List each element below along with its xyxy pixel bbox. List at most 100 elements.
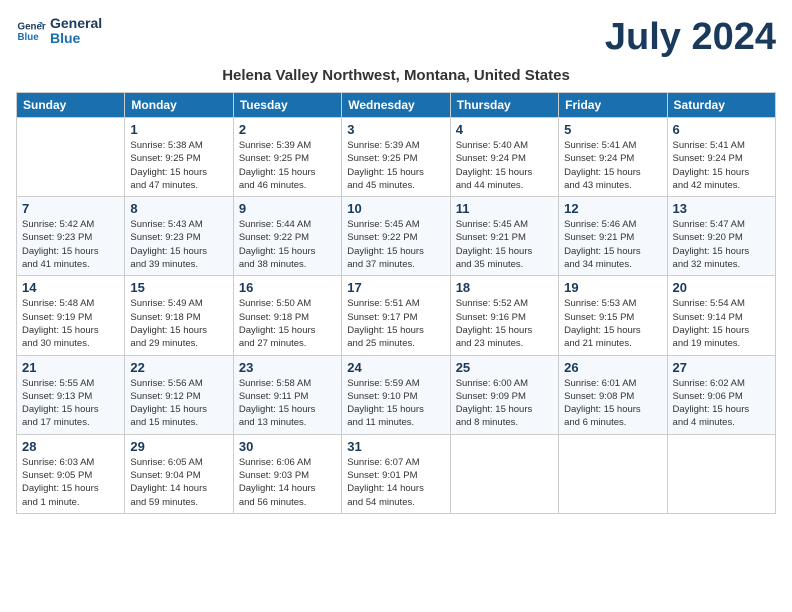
calendar-table: SundayMondayTuesdayWednesdayThursdayFrid…: [16, 92, 776, 514]
cell-info: Sunrise: 5:45 AM Sunset: 9:22 PM Dayligh…: [347, 218, 444, 271]
cell-info: Sunrise: 5:52 AM Sunset: 9:16 PM Dayligh…: [456, 297, 553, 350]
day-number: 27: [673, 360, 770, 375]
header-day-saturday: Saturday: [667, 93, 775, 118]
day-number: 15: [130, 280, 227, 295]
day-number: 22: [130, 360, 227, 375]
title-area: July 2024: [605, 16, 776, 59]
day-number: 28: [22, 439, 119, 454]
cell-info: Sunrise: 5:54 AM Sunset: 9:14 PM Dayligh…: [673, 297, 770, 350]
calendar-cell: 11Sunrise: 5:45 AM Sunset: 9:21 PM Dayli…: [450, 197, 558, 276]
cell-info: Sunrise: 5:41 AM Sunset: 9:24 PM Dayligh…: [564, 139, 661, 192]
calendar-cell: 4 Sunrise: 5:40 AM Sunset: 9:24 PM Daylig…: [450, 118, 558, 197]
cell-info: Sunrise: 5:51 AM Sunset: 9:17 PM Dayligh…: [347, 297, 444, 350]
week-row-4: 21Sunrise: 5:55 AM Sunset: 9:13 PM Dayli…: [17, 355, 776, 434]
cell-info: Sunrise: 5:39 AM Sunset: 9:25 PM Dayligh…: [347, 139, 444, 192]
calendar-cell: 8Sunrise: 5:43 AM Sunset: 9:23 PM Daylig…: [125, 197, 233, 276]
calendar-cell: 27 Sunrise: 6:02 AM Sunset: 9:06 PM Dayli…: [667, 355, 775, 434]
calendar-cell: 22 Sunrise: 5:56 AM Sunset: 9:12 PM Dayli…: [125, 355, 233, 434]
calendar-cell: [17, 118, 125, 197]
calendar-cell: 17 Sunrise: 5:51 AM Sunset: 9:17 PM Dayli…: [342, 276, 450, 355]
day-number: 31: [347, 439, 444, 454]
header-day-thursday: Thursday: [450, 93, 558, 118]
cell-info: Sunrise: 6:01 AM Sunset: 9:08 PM Dayligh…: [564, 377, 661, 430]
cell-info: Sunrise: 5:38 AM Sunset: 9:25 PM Dayligh…: [130, 139, 227, 192]
calendar-cell: 16Sunrise: 5:50 AM Sunset: 9:18 PM Dayli…: [233, 276, 341, 355]
day-number: 13: [673, 201, 770, 216]
day-number: 23: [239, 360, 336, 375]
header-day-friday: Friday: [559, 93, 667, 118]
calendar-cell: 13 Sunrise: 5:47 AM Sunset: 9:20 PM Dayli…: [667, 197, 775, 276]
week-row-2: 7Sunrise: 5:42 AM Sunset: 9:23 PM Daylig…: [17, 197, 776, 276]
calendar-cell: 9 Sunrise: 5:44 AM Sunset: 9:22 PM Daylig…: [233, 197, 341, 276]
day-number: 1: [130, 122, 227, 137]
calendar-cell: 19 Sunrise: 5:53 AM Sunset: 9:15 PM Dayli…: [559, 276, 667, 355]
page-header: General Blue General Blue July 2024: [16, 16, 776, 59]
calendar-cell: 3 Sunrise: 5:39 AM Sunset: 9:25 PM Daylig…: [342, 118, 450, 197]
calendar-cell: 21Sunrise: 5:55 AM Sunset: 9:13 PM Dayli…: [17, 355, 125, 434]
header-day-monday: Monday: [125, 93, 233, 118]
logo-line1: General: [50, 16, 102, 31]
cell-info: Sunrise: 5:44 AM Sunset: 9:22 PM Dayligh…: [239, 218, 336, 271]
day-number: 19: [564, 280, 661, 295]
logo-line2: Blue: [50, 31, 102, 46]
calendar-cell: 1 Sunrise: 5:38 AM Sunset: 9:25 PM Daylig…: [125, 118, 233, 197]
calendar-cell: 20 Sunrise: 5:54 AM Sunset: 9:14 PM Dayli…: [667, 276, 775, 355]
logo-icon: General Blue: [16, 16, 46, 46]
day-number: 24: [347, 360, 444, 375]
calendar-cell: 28 Sunrise: 6:03 AM Sunset: 9:05 PM Dayli…: [17, 434, 125, 513]
day-number: 18: [456, 280, 553, 295]
day-number: 3: [347, 122, 444, 137]
cell-info: Sunrise: 5:39 AM Sunset: 9:25 PM Dayligh…: [239, 139, 336, 192]
calendar-title: July 2024: [605, 16, 776, 59]
cell-info: Sunrise: 5:41 AM Sunset: 9:24 PM Dayligh…: [673, 139, 770, 192]
calendar-cell: 31Sunrise: 6:07 AM Sunset: 9:01 PM Dayli…: [342, 434, 450, 513]
cell-info: Sunrise: 5:56 AM Sunset: 9:12 PM Dayligh…: [130, 377, 227, 430]
cell-info: Sunrise: 5:40 AM Sunset: 9:24 PM Dayligh…: [456, 139, 553, 192]
day-number: 29: [130, 439, 227, 454]
calendar-header-row: SundayMondayTuesdayWednesdayThursdayFrid…: [17, 93, 776, 118]
cell-info: Sunrise: 5:58 AM Sunset: 9:11 PM Dayligh…: [239, 377, 336, 430]
week-row-3: 14Sunrise: 5:48 AM Sunset: 9:19 PM Dayli…: [17, 276, 776, 355]
cell-info: Sunrise: 5:45 AM Sunset: 9:21 PM Dayligh…: [456, 218, 553, 271]
day-number: 2: [239, 122, 336, 137]
cell-info: Sunrise: 6:00 AM Sunset: 9:09 PM Dayligh…: [456, 377, 553, 430]
calendar-cell: 29 Sunrise: 6:05 AM Sunset: 9:04 PM Dayli…: [125, 434, 233, 513]
cell-info: Sunrise: 5:49 AM Sunset: 9:18 PM Dayligh…: [130, 297, 227, 350]
week-row-5: 28 Sunrise: 6:03 AM Sunset: 9:05 PM Dayli…: [17, 434, 776, 513]
cell-info: Sunrise: 6:03 AM Sunset: 9:05 PM Dayligh…: [22, 456, 119, 509]
header-day-tuesday: Tuesday: [233, 93, 341, 118]
cell-info: Sunrise: 5:43 AM Sunset: 9:23 PM Dayligh…: [130, 218, 227, 271]
calendar-cell: 10Sunrise: 5:45 AM Sunset: 9:22 PM Dayli…: [342, 197, 450, 276]
cell-info: Sunrise: 5:50 AM Sunset: 9:18 PM Dayligh…: [239, 297, 336, 350]
calendar-body: 1 Sunrise: 5:38 AM Sunset: 9:25 PM Daylig…: [17, 118, 776, 514]
day-number: 25: [456, 360, 553, 375]
day-number: 9: [239, 201, 336, 216]
calendar-cell: 23 Sunrise: 5:58 AM Sunset: 9:11 PM Dayli…: [233, 355, 341, 434]
cell-info: Sunrise: 5:47 AM Sunset: 9:20 PM Dayligh…: [673, 218, 770, 271]
cell-info: Sunrise: 5:59 AM Sunset: 9:10 PM Dayligh…: [347, 377, 444, 430]
cell-info: Sunrise: 6:06 AM Sunset: 9:03 PM Dayligh…: [239, 456, 336, 509]
day-number: 21: [22, 360, 119, 375]
day-number: 4: [456, 122, 553, 137]
day-number: 20: [673, 280, 770, 295]
calendar-cell: 30 Sunrise: 6:06 AM Sunset: 9:03 PM Dayli…: [233, 434, 341, 513]
cell-info: Sunrise: 5:42 AM Sunset: 9:23 PM Dayligh…: [22, 218, 119, 271]
day-number: 17: [347, 280, 444, 295]
day-number: 5: [564, 122, 661, 137]
calendar-cell: 7Sunrise: 5:42 AM Sunset: 9:23 PM Daylig…: [17, 197, 125, 276]
cell-info: Sunrise: 5:48 AM Sunset: 9:19 PM Dayligh…: [22, 297, 119, 350]
cell-info: Sunrise: 6:05 AM Sunset: 9:04 PM Dayligh…: [130, 456, 227, 509]
cell-info: Sunrise: 5:53 AM Sunset: 9:15 PM Dayligh…: [564, 297, 661, 350]
day-number: 12: [564, 201, 661, 216]
day-number: 26: [564, 360, 661, 375]
day-number: 30: [239, 439, 336, 454]
cell-info: Sunrise: 6:02 AM Sunset: 9:06 PM Dayligh…: [673, 377, 770, 430]
day-number: 6: [673, 122, 770, 137]
calendar-cell: 2 Sunrise: 5:39 AM Sunset: 9:25 PM Daylig…: [233, 118, 341, 197]
logo: General Blue General Blue: [16, 16, 102, 47]
calendar-cell: 12Sunrise: 5:46 AM Sunset: 9:21 PM Dayli…: [559, 197, 667, 276]
calendar-cell: 25 Sunrise: 6:00 AM Sunset: 9:09 PM Dayli…: [450, 355, 558, 434]
calendar-cell: [450, 434, 558, 513]
calendar-cell: [667, 434, 775, 513]
week-row-1: 1 Sunrise: 5:38 AM Sunset: 9:25 PM Daylig…: [17, 118, 776, 197]
